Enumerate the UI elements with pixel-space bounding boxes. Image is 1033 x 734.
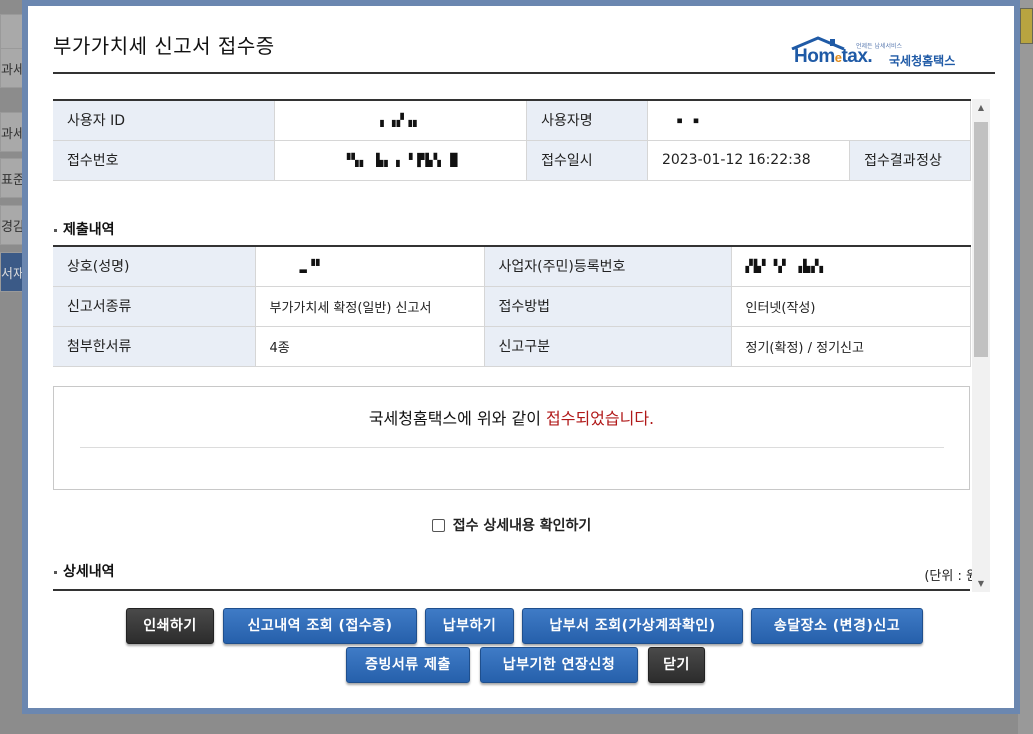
category-label: 신고구분: [484, 326, 732, 367]
detail-table-top-rule: [53, 589, 970, 591]
print-button[interactable]: 인쇄하기: [126, 608, 214, 644]
receipt-date-label: 접수일시: [526, 140, 648, 181]
table-row: 첨부한서류 4종 신고구분 정기(확정) / 정기신고: [53, 326, 971, 367]
logo-wordmark: Hometax.: [794, 46, 873, 67]
receipt-no-label: 접수번호: [53, 140, 276, 181]
scrollbar[interactable]: ▲ ▼: [972, 99, 990, 592]
attach-value: 4종: [255, 326, 485, 367]
attach-label: 첨부한서류: [53, 326, 256, 367]
report-type-label: 신고서종류: [53, 286, 256, 327]
company-value: ▂▝▘: [255, 246, 485, 287]
receipt-info-table: 사용자 ID ▖▗▞▗▖ 사용자명 ▪ ▪ 접수번호 ▝▚▖ ▙▖▗ ▘▛▙▚ …: [53, 99, 972, 181]
hometax-logo: 언제든 납세서비스 Hometax. 국세청홈택스: [790, 34, 968, 74]
bg-right-tab: [1020, 8, 1033, 44]
scrollbar-thumb[interactable]: [974, 122, 988, 357]
modal-title: 부가가치세 신고서 접수증: [53, 34, 275, 58]
bg-nav-item: 경감: [0, 205, 24, 245]
company-label: 상호(성명): [53, 246, 256, 287]
scroll-down-icon[interactable]: ▼: [972, 575, 990, 592]
report-type-value: 부가가치세 확정(일반) 신고서: [255, 286, 485, 327]
bill-button[interactable]: 납부서 조회(가상계좌확인): [522, 608, 743, 644]
receipt-no-value: ▝▚▖ ▙▖▗ ▘▛▙▚ █: [274, 140, 528, 181]
table-row: 사용자 ID ▖▗▞▗▖ 사용자명 ▪ ▪: [53, 100, 972, 141]
bizno-label: 사업자(주민)등록번호: [484, 246, 732, 287]
bg-nav-item: 서재: [0, 252, 24, 292]
user-id-label: 사용자 ID: [53, 100, 276, 141]
bizno-value: ▞▙▘▝▞ ▗▙▞▖: [731, 246, 971, 287]
table-row: 상호(성명) ▂▝▘ 사업자(주민)등록번호 ▞▙▘▝▞ ▗▙▞▖: [53, 246, 971, 287]
result-value: 정상: [887, 141, 971, 181]
method-label: 접수방법: [484, 286, 732, 327]
close-button[interactable]: 닫기: [648, 647, 705, 683]
title-divider: [53, 72, 995, 74]
evidence-button[interactable]: 증빙서류 제출: [346, 647, 470, 683]
submission-section-title: 제출내역: [53, 219, 115, 239]
extension-button[interactable]: 납부기한 연장신청: [480, 647, 638, 683]
detail-checkbox[interactable]: [431, 519, 445, 532]
scroll-up-icon[interactable]: ▲: [972, 99, 990, 116]
logo-korean: 국세청홈택스: [889, 54, 956, 68]
table-row: 신고서종류 부가가치세 확정(일반) 신고서 접수방법 인터넷(작성): [53, 286, 971, 327]
detail-check-row: 접수 상세내용 확인하기: [53, 515, 970, 535]
bg-nav-item: 표준: [0, 158, 24, 198]
receipt-scroll-area[interactable]: 사용자 ID ▖▗▞▗▖ 사용자명 ▪ ▪ 접수번호 ▝▚▖ ▙▖▗ ▘▛▙▚ …: [53, 99, 991, 592]
bg-right-column: [1018, 0, 1033, 734]
category-value: 정기(확정) / 정기신고: [731, 326, 971, 367]
pay-button[interactable]: 납부하기: [425, 608, 514, 644]
table-row: 접수번호 ▝▚▖ ▙▖▗ ▘▛▙▚ █ 접수일시 2023-01-12 16:2…: [53, 140, 971, 181]
receipt-date-value: 2023-01-12 16:22:38: [647, 140, 851, 181]
history-button[interactable]: 신고내역 조회 (접수증): [223, 608, 417, 644]
notice-divider: [80, 447, 944, 448]
user-name-label: 사용자명: [526, 100, 648, 141]
detail-check-label[interactable]: 접수 상세내용 확인하기: [453, 518, 592, 534]
address-button[interactable]: 송달장소 (변경)신고: [751, 608, 923, 644]
detail-section-title: 상세내역: [53, 561, 115, 581]
user-id-value: ▖▗▞▗▖: [274, 100, 528, 141]
receipt-modal: 부가가치세 신고서 접수증 언제든 납세서비스 Hometax. 국세청홈택스 …: [28, 6, 1014, 708]
method-value: 인터넷(작성): [731, 286, 971, 327]
bg-nav-item: 과세: [0, 112, 24, 152]
notice-message: 국세청홈택스에 위와 같이 접수되었습니다.: [368, 409, 655, 428]
notice-box: 국세청홈택스에 위와 같이 접수되었습니다.: [53, 386, 970, 490]
bg-nav-item: 과세: [0, 48, 24, 88]
user-name-value: ▪ ▪: [647, 100, 972, 141]
submission-table: 상호(성명) ▂▝▘ 사업자(주민)등록번호 ▞▙▘▝▞ ▗▙▞▖ 신고서종류 …: [53, 245, 971, 367]
